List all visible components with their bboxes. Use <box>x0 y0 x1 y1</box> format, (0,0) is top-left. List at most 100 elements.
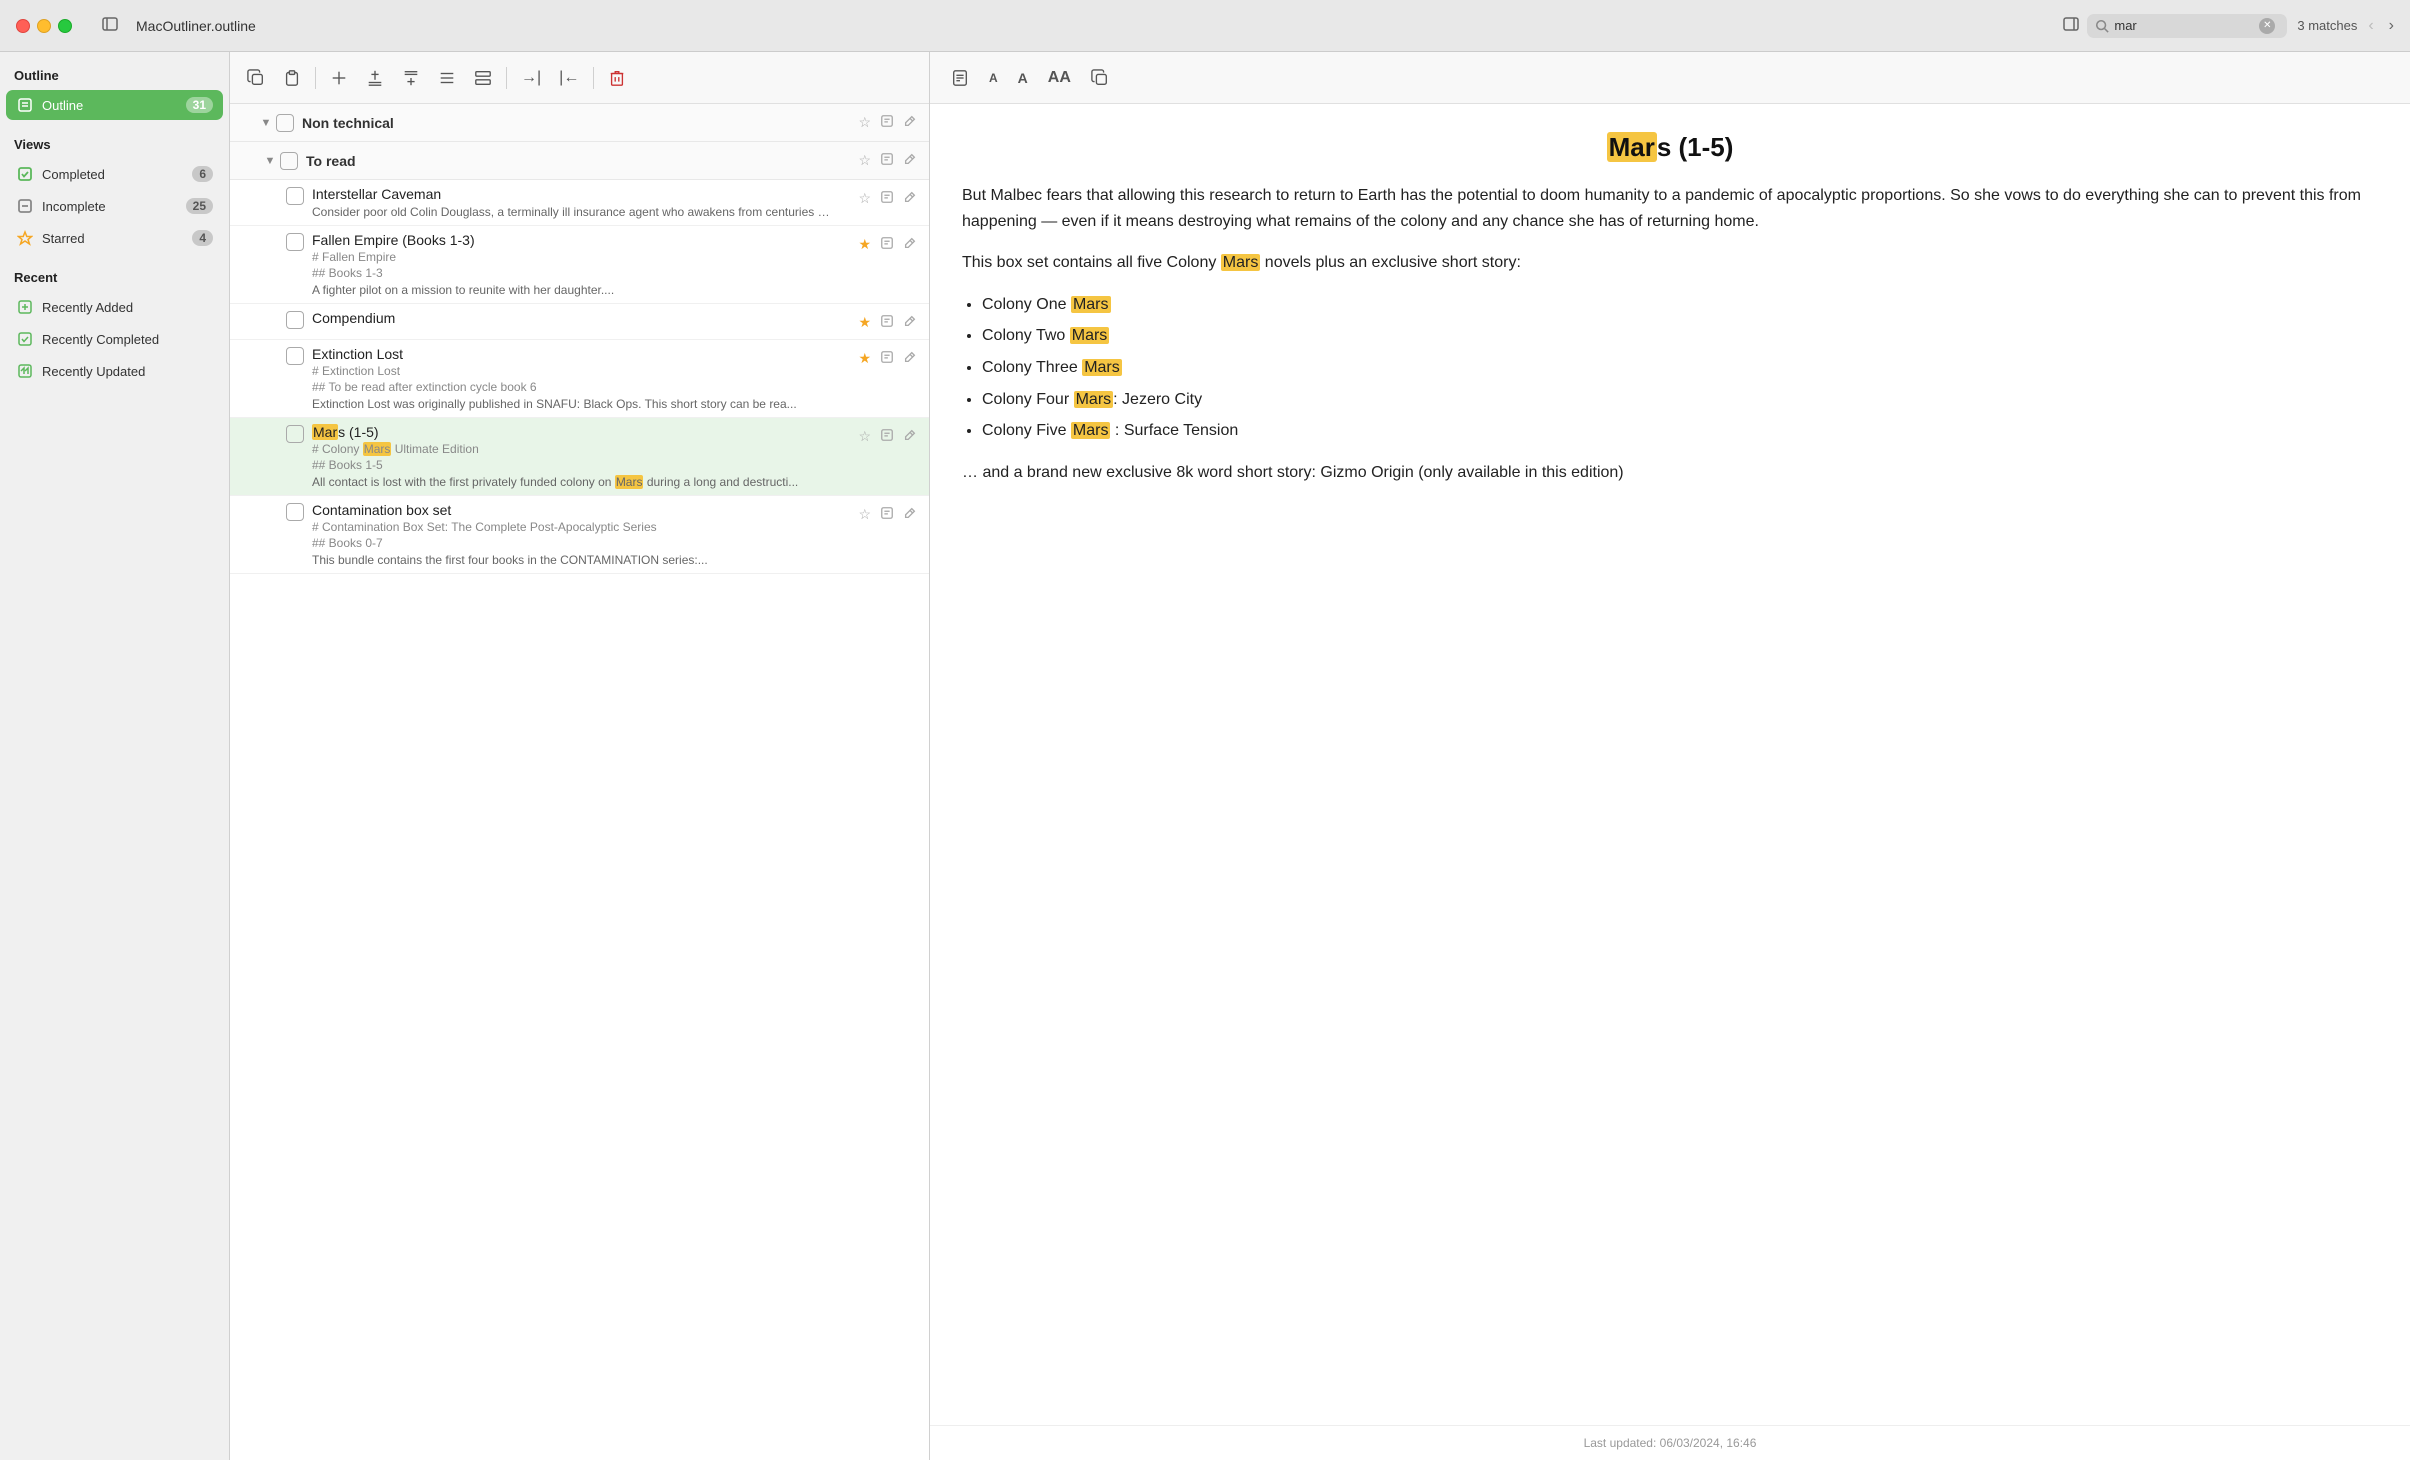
detail-list-item-5: Colony Five Mars : Surface Tension <box>982 418 2378 444</box>
mars-edit-button[interactable] <box>901 426 919 447</box>
interstellar-note-button[interactable] <box>878 188 896 209</box>
extinction-star-button[interactable]: ★ <box>856 348 873 369</box>
fallen-empire-star-button[interactable]: ★ <box>856 234 873 255</box>
toolbar-separator-1 <box>315 67 316 89</box>
starred-icon <box>16 229 34 247</box>
interstellar-checkbox[interactable] <box>286 187 304 205</box>
to-read-star-button[interactable]: ☆ <box>856 150 873 171</box>
contamination-note-button[interactable] <box>878 504 896 525</box>
panel-toggle-button[interactable] <box>2055 10 2087 41</box>
extinction-note-button[interactable] <box>878 348 896 369</box>
non-technical-actions: ☆ <box>856 112 919 133</box>
to-read-edit-button[interactable] <box>901 150 919 171</box>
detail-list-item-2: Colony Two Mars <box>982 323 2378 349</box>
extinction-checkbox[interactable] <box>286 347 304 365</box>
to-read-toggle[interactable]: ▼ <box>260 151 280 171</box>
sidebar-toggle-button[interactable] <box>94 10 126 41</box>
interstellar-content: Interstellar Caveman Consider poor old C… <box>312 186 856 219</box>
detail-font-medium-button[interactable]: A <box>1011 65 1035 91</box>
app-title: MacOutliner.outline <box>136 18 256 34</box>
sidebar-item-starred-label: Starred <box>42 231 184 246</box>
row-contamination[interactable]: Contamination box set # Contamination Bo… <box>230 496 929 574</box>
mars-star-button[interactable]: ☆ <box>856 426 873 447</box>
outline-content: ▼ Non technical ☆ ▼ To read <box>230 104 929 1460</box>
fallen-empire-actions: ★ <box>856 232 919 255</box>
search-prev-button[interactable]: ‹ <box>2362 14 2379 38</box>
copy-rows-button[interactable] <box>240 64 272 92</box>
extinction-edit-button[interactable] <box>901 348 919 369</box>
sidebar-item-outline[interactable]: Outline 31 <box>6 90 223 120</box>
mars-note-button[interactable] <box>878 426 896 447</box>
detail-copy-button[interactable] <box>1084 64 1116 92</box>
compendium-star-button[interactable]: ★ <box>856 312 873 333</box>
non-technical-edit-button[interactable] <box>901 112 919 133</box>
search-input[interactable] <box>2114 18 2254 33</box>
detail-paragraph-2: This box set contains all five Colony Ma… <box>962 250 2378 276</box>
outline-toolbar: →| |← <box>230 52 929 104</box>
mars-desc: All contact is lost with the first priva… <box>312 475 832 489</box>
move-right-button[interactable]: →| <box>514 64 548 92</box>
row-extinction-lost[interactable]: Extinction Lost # Extinction Lost ## To … <box>230 340 929 418</box>
contamination-edit-button[interactable] <box>901 504 919 525</box>
non-technical-star-button[interactable]: ☆ <box>856 112 873 133</box>
add-above-button[interactable] <box>359 64 391 92</box>
paste-rows-button[interactable] <box>276 64 308 92</box>
detail-title: Mars (1-5) <box>962 132 2378 163</box>
move-left-button[interactable]: |← <box>552 64 586 92</box>
recently-completed-icon <box>16 330 34 348</box>
mars-actions: ☆ <box>856 424 919 447</box>
search-bar[interactable]: ✕ <box>2087 14 2287 38</box>
sidebar-item-completed[interactable]: Completed 6 <box>6 159 223 189</box>
fallen-empire-edit-button[interactable] <box>901 234 919 255</box>
non-technical-checkbox[interactable] <box>276 114 294 132</box>
merge-button[interactable] <box>431 64 463 92</box>
add-row-button[interactable] <box>323 64 355 92</box>
interstellar-star-button[interactable]: ☆ <box>856 188 873 209</box>
section-non-technical[interactable]: ▼ Non technical ☆ <box>230 104 929 142</box>
detail-note-button[interactable] <box>944 64 976 92</box>
compendium-checkbox[interactable] <box>286 311 304 329</box>
contamination-checkbox[interactable] <box>286 503 304 521</box>
compendium-title: Compendium <box>312 310 856 326</box>
non-technical-toggle[interactable]: ▼ <box>256 113 276 133</box>
delete-button[interactable] <box>601 64 633 92</box>
sidebar-section-views: Views <box>0 121 229 158</box>
sidebar-item-recently-completed[interactable]: Recently Completed <box>6 324 223 354</box>
to-read-checkbox[interactable] <box>280 152 298 170</box>
sidebar-item-incomplete[interactable]: Incomplete 25 <box>6 191 223 221</box>
sidebar-item-recently-added[interactable]: Recently Added <box>6 292 223 322</box>
row-compendium[interactable]: Compendium ★ <box>230 304 929 340</box>
add-below-button[interactable] <box>395 64 427 92</box>
sidebar-item-recently-updated[interactable]: Recently Updated <box>6 356 223 386</box>
fallen-empire-note-button[interactable] <box>878 234 896 255</box>
detail-panel: A A AA Mars (1-5) But Malbec fears that … <box>930 52 2410 1460</box>
extinction-actions: ★ <box>856 346 919 369</box>
to-read-actions: ☆ <box>856 150 919 171</box>
fallen-empire-checkbox[interactable] <box>286 233 304 251</box>
row-fallen-empire[interactable]: Fallen Empire (Books 1-3) # Fallen Empir… <box>230 226 929 304</box>
detail-content: Mars (1-5) But Malbec fears that allowin… <box>930 104 2410 1425</box>
search-clear-button[interactable]: ✕ <box>2259 18 2275 34</box>
detail-font-small-button[interactable]: A <box>982 66 1005 90</box>
section-to-read[interactable]: ▼ To read ☆ <box>230 142 929 180</box>
toolbar-separator-2 <box>506 67 507 89</box>
contamination-star-button[interactable]: ☆ <box>856 504 873 525</box>
mars-checkbox[interactable] <box>286 425 304 443</box>
minimize-button[interactable] <box>37 19 51 33</box>
split-button[interactable] <box>467 64 499 92</box>
compendium-edit-button[interactable] <box>901 312 919 333</box>
maximize-button[interactable] <box>58 19 72 33</box>
interstellar-edit-button[interactable] <box>901 188 919 209</box>
sidebar-item-starred-badge: 4 <box>192 230 213 246</box>
completed-icon <box>16 165 34 183</box>
to-read-note-button[interactable] <box>878 150 896 171</box>
sidebar-item-outline-badge: 31 <box>186 97 213 113</box>
detail-font-large-button[interactable]: AA <box>1041 64 1078 92</box>
search-next-button[interactable]: › <box>2383 14 2400 38</box>
row-mars-1-5[interactable]: Mars (1-5) # Colony Mars Ultimate Editio… <box>230 418 929 496</box>
sidebar-item-starred[interactable]: Starred 4 <box>6 223 223 253</box>
non-technical-note-button[interactable] <box>878 112 896 133</box>
close-button[interactable] <box>16 19 30 33</box>
compendium-note-button[interactable] <box>878 312 896 333</box>
row-interstellar-caveman[interactable]: Interstellar Caveman Consider poor old C… <box>230 180 929 226</box>
